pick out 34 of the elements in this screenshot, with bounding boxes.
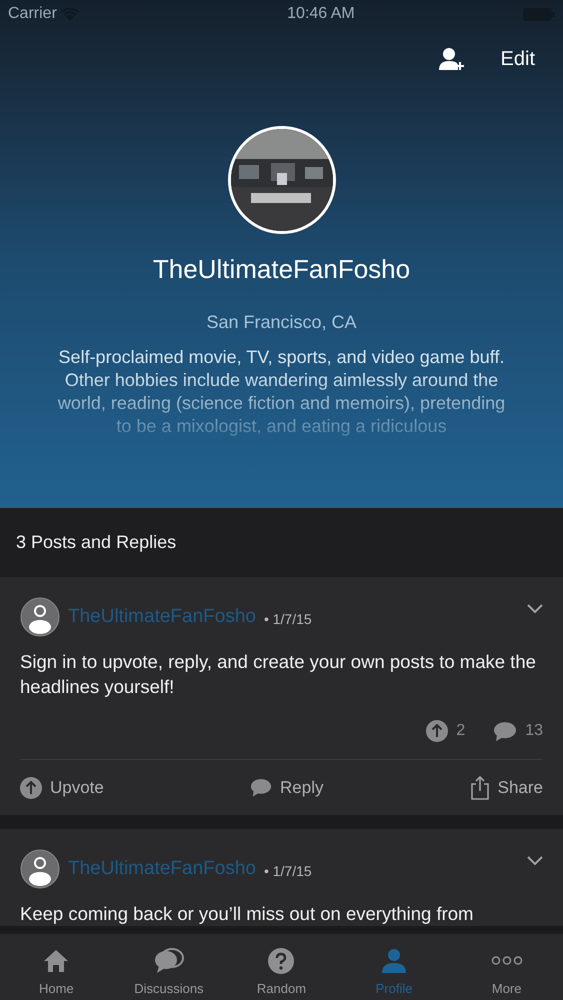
add-person-icon[interactable] <box>438 47 465 71</box>
upvote-button[interactable]: Upvote <box>20 774 104 800</box>
avatar-icon <box>20 849 60 889</box>
share-button[interactable]: Share <box>470 774 543 800</box>
username: TheUltimateFanFosho <box>152 253 410 286</box>
chevron-down-icon[interactable] <box>527 604 543 614</box>
comment-icon <box>250 778 272 797</box>
post-date: • 1/7/15 <box>264 610 312 628</box>
tab-item[interactable]: Random <box>225 934 338 1000</box>
status-time: 10:46 AM <box>287 4 355 24</box>
edit-button[interactable]: Edit <box>500 44 535 74</box>
bio-text: Self-proclaimed movie, TV, sports, and video game buff. Other hobbies include wandering aimlessly around the world, reading (science fiction and memoirs), pretending to be a mixologist, and eating a ridiculous <box>56 346 506 438</box>
tab-item[interactable]: More <box>450 934 563 1000</box>
post-text: Keep coming back or you’ll miss out on everything from <box>20 902 474 926</box>
location: San Francisco, CA <box>206 311 357 334</box>
share-icon <box>470 776 490 800</box>
section-title: 3 Posts and Replies <box>16 530 176 554</box>
person-icon <box>380 946 408 974</box>
tab-item[interactable]: Home <box>0 934 113 1000</box>
tab-item[interactable]: Discussions <box>112 934 226 1000</box>
more-icon <box>490 956 524 965</box>
comment-icon <box>493 720 518 742</box>
upvote-icon <box>20 776 42 798</box>
help-icon <box>267 946 296 974</box>
avatar-icon <box>20 597 60 637</box>
chevron-down-icon[interactable] <box>527 856 543 866</box>
upvote-icon <box>426 720 448 742</box>
post-text: Sign in to upvote, reply, and create your own posts to make the headlines yourself! <box>20 650 537 699</box>
chat-bubbles-icon <box>152 946 185 974</box>
post-date: • 1/7/15 <box>264 862 312 880</box>
carrier-label: Carrier <box>8 4 57 24</box>
reply-button[interactable]: Reply <box>250 774 324 800</box>
comment-count: 13 <box>525 721 543 741</box>
upvote-count: 2 <box>456 721 466 741</box>
